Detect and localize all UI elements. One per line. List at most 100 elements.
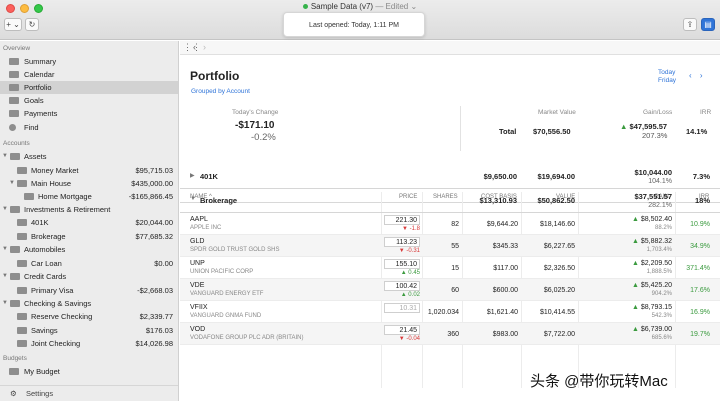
status-dot-icon <box>302 4 308 10</box>
todays-change-percent: -0.2% <box>251 132 276 143</box>
disclosure-triangle-icon[interactable]: ▼ <box>2 150 8 163</box>
table-row[interactable]: VOD VODAFONE GROUP PLC ADR (BRITAIN) 21.… <box>180 323 720 345</box>
sidebar-item-reserve-checking[interactable]: Reserve Checking $2,339.77 <box>0 310 178 323</box>
disclosure-triangle-icon[interactable]: ▼ <box>2 270 8 283</box>
total-gain-percent: 207.3% <box>642 131 668 140</box>
group-row-401k[interactable]: ▶ 401K $9,650.00 $19,694.00 $10,044.00 1… <box>180 165 720 189</box>
calendar-icon <box>9 71 19 78</box>
add-button[interactable]: + ⌄ <box>4 18 22 31</box>
total-label: Total <box>499 127 517 136</box>
sidebar-item-portfolio[interactable]: Portfolio <box>0 81 178 94</box>
disclosure-triangle-icon[interactable]: ▼ <box>190 196 196 202</box>
sidebar-item-joint-checking[interactable]: Joint Checking $14,026.98 <box>0 337 178 350</box>
payments-icon <box>9 110 19 117</box>
price-input[interactable]: 113.23 <box>384 237 420 247</box>
price-input[interactable]: 100.42 <box>384 281 420 291</box>
main-content: ⋮⋮ ‹ › Portfolio Grouped by Account Toda… <box>180 41 720 401</box>
section-overview: Overview <box>3 45 31 52</box>
sidebar-group-checking-savings[interactable]: ▼ Checking & Savings <box>0 297 178 310</box>
sidebar-item-primary-visa[interactable]: Primary Visa -$2,668.03 <box>0 284 178 297</box>
refresh-button[interactable]: ↻ <box>25 18 39 31</box>
checkbook-icon <box>17 340 27 347</box>
table-row[interactable]: VDE VANGUARD ENERGY ETF 100.42 ▲ 0.02 60… <box>180 279 720 301</box>
sidebar: Overview Summary Calendar Portfolio Goal… <box>0 41 179 401</box>
sidebar-group-credit-cards[interactable]: ▼ Credit Cards <box>0 270 178 283</box>
todays-change-label: Today's Change <box>232 109 279 116</box>
table-row[interactable]: UNP UNION PACIFIC CORP 155.10 ▲ 0.45 15 … <box>180 257 720 279</box>
previous-date-icon[interactable]: ‹ <box>689 71 692 80</box>
page-title: Portfolio <box>190 69 240 83</box>
settings-button[interactable]: ⚙ Settings <box>0 385 178 401</box>
watermark-text: 头条 @带你玩转Mac <box>530 373 668 390</box>
sidebar-item-summary[interactable]: Summary <box>0 55 178 68</box>
folder-icon <box>10 153 20 160</box>
sidebar-item-money-market[interactable]: Money Market $95,715.03 <box>0 164 178 177</box>
bank-icon <box>17 167 27 174</box>
sidebar-group-investments[interactable]: ▼ Investments & Retirement <box>0 203 178 216</box>
split-handle-icon[interactable]: ⋮⋮ <box>183 42 201 53</box>
total-gain: ▲ $47,595.57 <box>620 122 668 131</box>
sidebar-item-find[interactable]: Find <box>0 121 178 134</box>
market-value-label: Market Value <box>538 109 576 116</box>
portfolio-icon <box>9 84 19 91</box>
summary-icon <box>9 58 19 65</box>
export-icon[interactable]: ⇪ <box>683 18 697 31</box>
date-selector[interactable]: Today Friday <box>658 69 676 85</box>
sidebar-item-calendar[interactable]: Calendar <box>0 68 178 81</box>
title-bar: + ⌄ ↻ Sample Data (v7) — Edited ⌄ Last o… <box>0 0 720 40</box>
section-accounts: Accounts <box>3 140 30 147</box>
window-title: Sample Data (v7) — Edited ⌄ <box>0 2 720 11</box>
next-date-icon[interactable]: › <box>700 71 703 80</box>
forward-arrow-icon[interactable]: › <box>203 42 206 52</box>
price-input[interactable]: 21.45 <box>384 325 420 335</box>
disclosure-triangle-icon[interactable]: ▼ <box>2 203 8 216</box>
table-row[interactable]: GLD SPDR GOLD TRUST GOLD SHS 113.23 ▼ -0… <box>180 235 720 257</box>
sidebar-group-automobiles[interactable]: ▼ Automobiles <box>0 243 178 256</box>
credit-card-icon <box>17 287 27 294</box>
folder-icon <box>10 206 20 213</box>
checkbook-icon <box>17 313 27 320</box>
sidebar-item-car-loan[interactable]: Car Loan $0.00 <box>0 257 178 270</box>
gear-icon: ⚙ <box>10 389 17 398</box>
group-row-brokerage[interactable]: ▼ Brokerage $13,310.93 $50,862.50 $37,55… <box>180 189 720 213</box>
disclosure-triangle-icon[interactable]: ▼ <box>2 243 8 256</box>
sidebar-group-assets[interactable]: ▼ Assets <box>0 150 178 163</box>
price-input[interactable]: 10.31 <box>384 303 420 313</box>
folder-icon <box>10 273 20 280</box>
total-market-value: $70,556.50 <box>533 127 571 136</box>
gain-up-arrow-icon: ▲ <box>620 122 628 131</box>
grouping-selector[interactable]: Grouped by Account <box>191 88 250 95</box>
car-icon <box>17 260 27 267</box>
goals-icon <box>9 97 19 104</box>
sidebar-toggle-icon[interactable]: ▤ <box>701 18 715 31</box>
mortgage-icon <box>24 193 34 200</box>
search-icon <box>9 124 16 131</box>
disclosure-triangle-icon[interactable]: ▶ <box>190 172 195 179</box>
section-budgets: Budgets <box>3 355 27 362</box>
house-icon <box>17 180 27 187</box>
disclosure-triangle-icon[interactable]: ▼ <box>9 177 15 190</box>
sidebar-item-home-mortgage[interactable]: Home Mortgage -$165,866.45 <box>0 190 178 203</box>
price-input[interactable]: 221.30 <box>384 215 420 225</box>
edited-indicator[interactable]: — Edited ⌄ <box>375 2 417 11</box>
investment-icon <box>17 233 27 240</box>
navigation-bar: ⋮⋮ ‹ › <box>180 41 720 55</box>
date-navigation: ‹ › <box>689 71 703 80</box>
back-arrow-icon[interactable]: ‹ <box>193 42 196 52</box>
price-input[interactable]: 155.10 <box>384 259 420 269</box>
summary-divider <box>460 106 461 151</box>
sidebar-item-payments[interactable]: Payments <box>0 107 178 120</box>
sidebar-item-savings[interactable]: Savings $176.03 <box>0 324 178 337</box>
last-opened-popover: Last opened: Today, 1:11 PM <box>283 12 425 37</box>
sidebar-item-main-house[interactable]: ▼ Main House $435,000.00 <box>0 177 178 190</box>
sidebar-item-401k[interactable]: 401K $20,044.00 <box>0 216 178 229</box>
investment-icon <box>17 219 27 226</box>
gain-loss-label: Gain/Loss <box>643 109 673 116</box>
sidebar-item-goals[interactable]: Goals <box>0 94 178 107</box>
sidebar-item-my-budget[interactable]: My Budget <box>0 365 178 378</box>
table-row[interactable]: AAPL APPLE INC 221.30 ▼ -1.8 82 $9,644.2… <box>180 213 720 235</box>
sidebar-item-brokerage[interactable]: Brokerage $77,685.32 <box>0 230 178 243</box>
table-row[interactable]: VFIIX VANGUARD GNMA FUND 10.31 1,020.034… <box>180 301 720 323</box>
disclosure-triangle-icon[interactable]: ▼ <box>2 297 8 310</box>
irr-label: IRR <box>700 109 712 116</box>
